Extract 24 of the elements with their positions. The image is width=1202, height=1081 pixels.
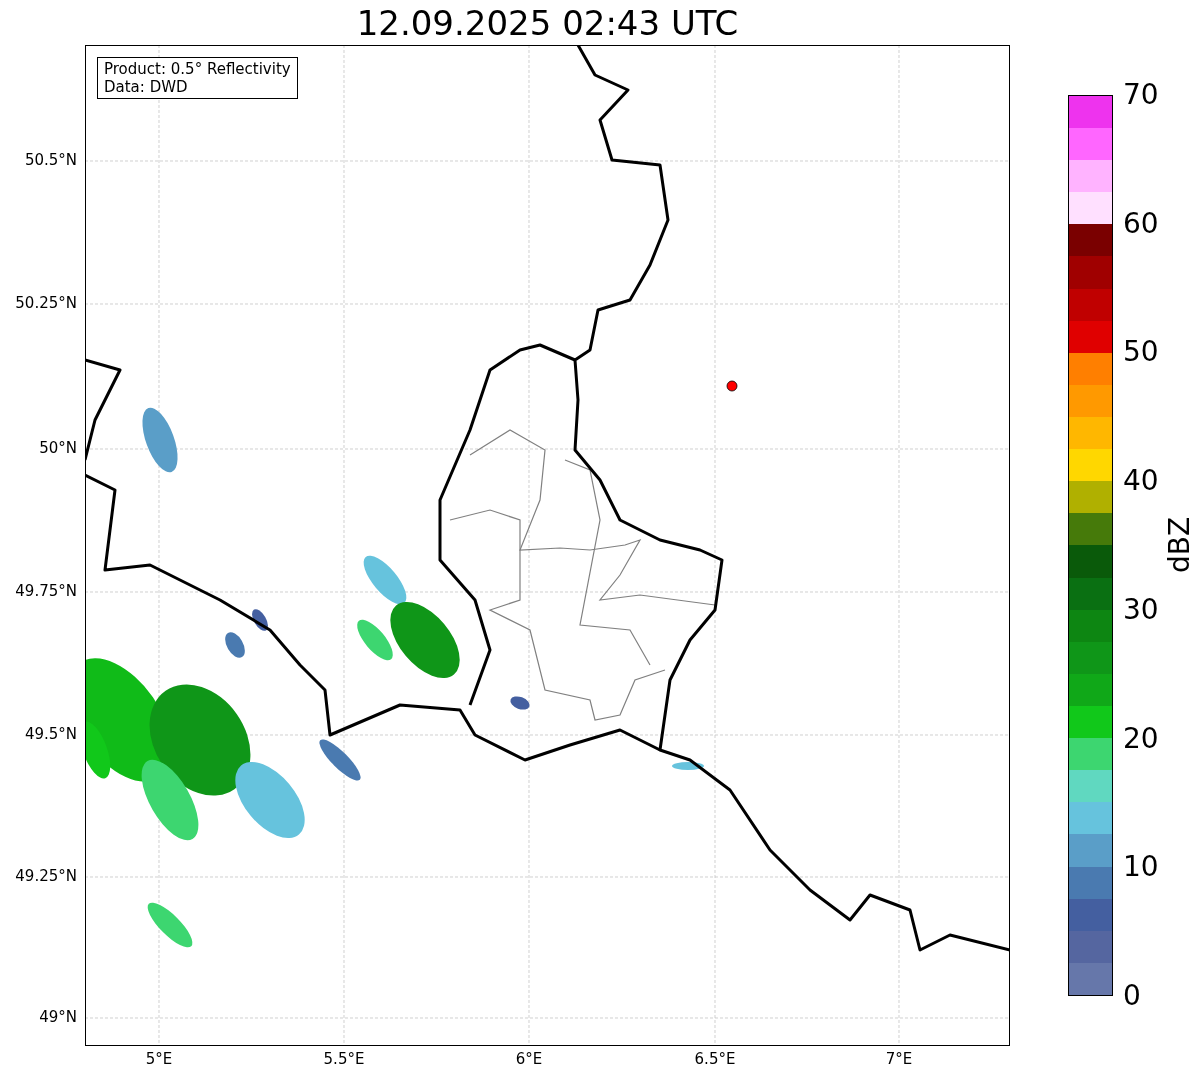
latitude-label: 49.5°N: [24, 727, 77, 742]
colorbar-tick-label: 20: [1123, 724, 1159, 753]
longitude-label: 6.5°E: [694, 1052, 736, 1067]
colorbar-tick-label: 0: [1123, 982, 1141, 1010]
latitude-label: 49°N: [39, 1010, 77, 1025]
colorbar-tick-label: 50: [1123, 338, 1159, 367]
latitude-label: 50.25°N: [15, 296, 77, 311]
longitude-label: 5.5°E: [323, 1052, 365, 1067]
longitude-label: 6°E: [515, 1052, 543, 1067]
chart-title: 12.09.2025 02:43 UTC: [356, 5, 739, 40]
colorbar-tick-label: 70: [1123, 81, 1159, 109]
colorbar-tick-label: 40: [1123, 467, 1159, 496]
latitude-label: 49.75°N: [15, 584, 77, 599]
latitude-label: 50°N: [39, 441, 77, 456]
info-text: Data: DWD: [104, 78, 189, 96]
colorbar-tick-label: 60: [1123, 209, 1159, 238]
colorbar-label: dBZ: [1166, 516, 1195, 574]
latitude-label: 49.25°N: [15, 869, 77, 884]
latitude-label: 50.5°N: [24, 153, 77, 168]
colorbar-tick-label: 10: [1123, 853, 1159, 882]
longitude-label: 5°E: [145, 1052, 173, 1067]
info-text: Product: 0.5° Reflectivity: [104, 60, 291, 78]
longitude-label: 7°E: [885, 1052, 913, 1067]
colorbar-tick-label: 30: [1123, 595, 1159, 624]
